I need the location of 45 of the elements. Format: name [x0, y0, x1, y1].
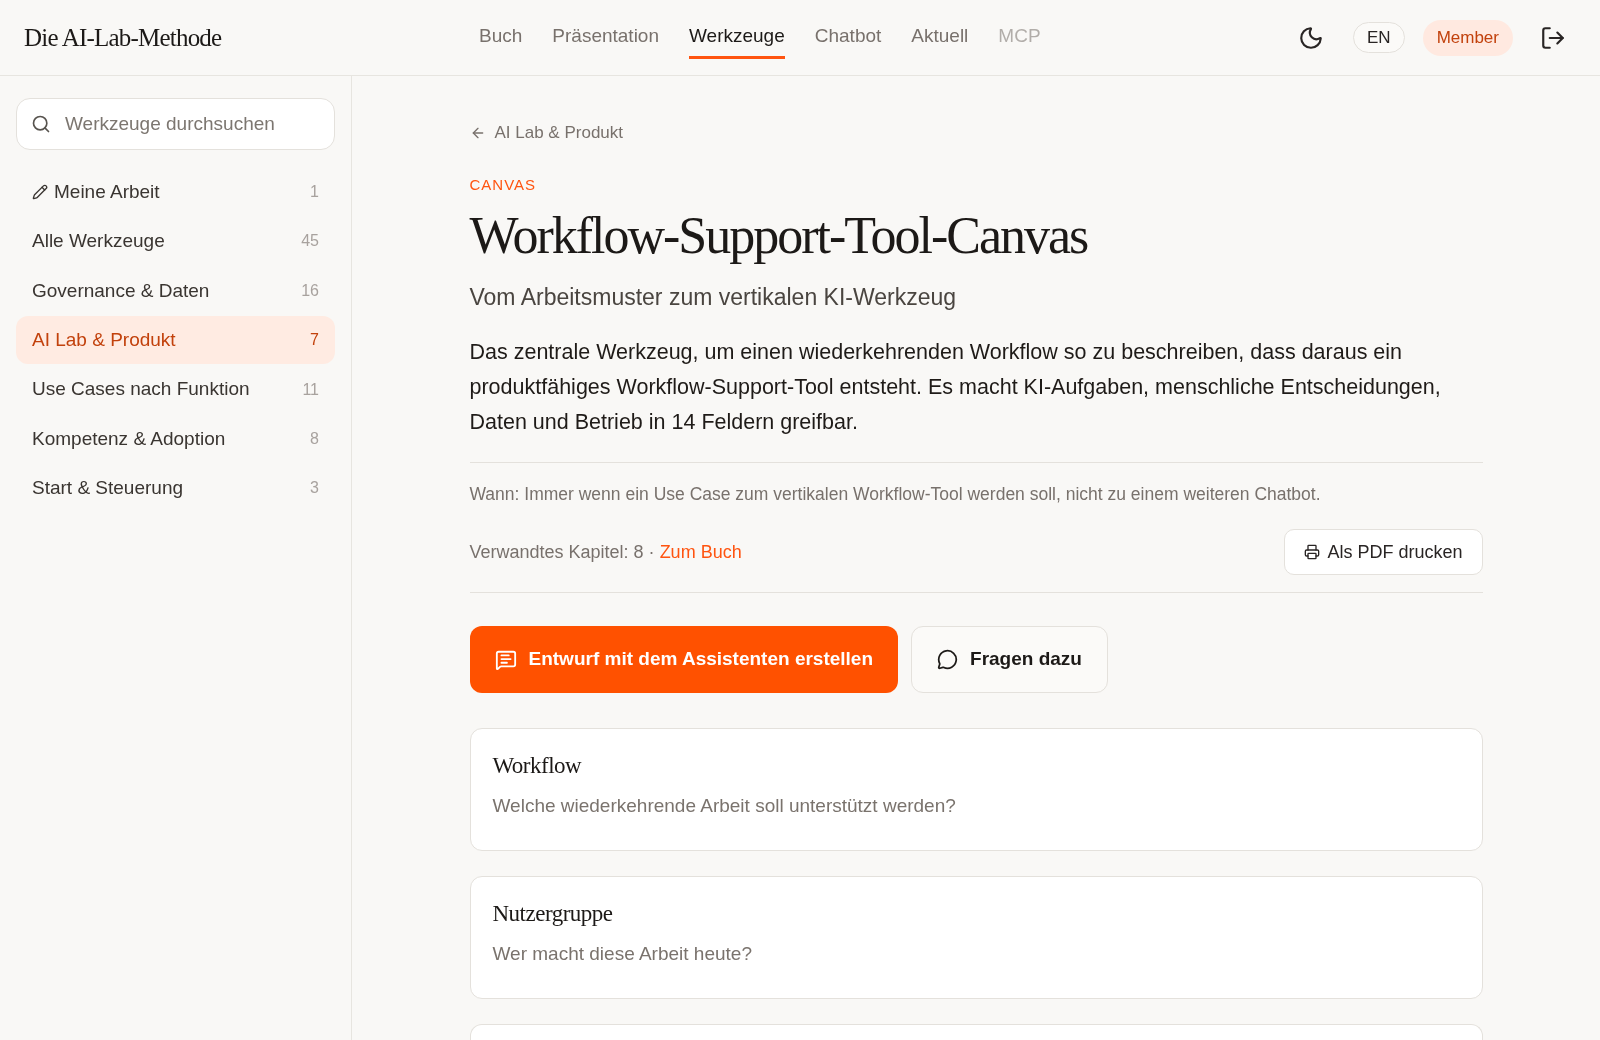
chat-bubble-icon	[937, 649, 959, 670]
item-count: 1	[310, 182, 319, 202]
field-card[interactable]	[469, 1024, 1483, 1040]
sidebar-item[interactable]: Meine Arbeit 1	[16, 168, 335, 216]
nav-tab[interactable]: Werkzeuge	[689, 16, 785, 59]
ask-button[interactable]: Fragen dazu	[911, 626, 1108, 693]
print-pdf-button[interactable]: Als PDF drucken	[1284, 529, 1483, 575]
nav-tab[interactable]: Aktuell	[911, 16, 969, 59]
item-count: 11	[302, 379, 319, 400]
sidebar-item[interactable]: AI Lab & Produkt 7	[16, 316, 335, 365]
item-count: 8	[310, 428, 319, 449]
pencil-icon	[32, 184, 48, 200]
sidebar-item[interactable]: Kompetenz & Adoption 8	[16, 414, 335, 463]
moon-icon	[1298, 24, 1324, 51]
member-badge[interactable]: Member	[1422, 19, 1513, 56]
item-count: 16	[301, 280, 319, 301]
page-subtitle: Vom Arbeitsmuster zum vertikalen KI-Werkzeug	[469, 283, 958, 312]
logout-icon	[1540, 24, 1566, 51]
sidebar-item[interactable]: Use Cases nach Funktion 11	[16, 365, 335, 414]
search-field[interactable]: Werkzeuge durchsuchen	[16, 98, 335, 150]
field-title: Workflow	[492, 752, 583, 780]
usage-note: Wann: Immer wenn ein Use Case zum vertikalen Workflow-Tool werden soll, nicht zu einem weiteren Chatbot.	[469, 483, 1322, 506]
related-chapter-text: Verwandtes Kapitel: 8 · Zum Buch	[469, 540, 742, 564]
nav-tab[interactable]: Chatbot	[814, 16, 882, 59]
field-card[interactable]: Nutzergruppe Wer macht diese Arbeit heute?	[469, 876, 1483, 999]
page-title: Workflow-Support-Tool-Canvas	[469, 206, 1088, 266]
language-toggle[interactable]: EN	[1353, 22, 1405, 53]
item-count: 3	[310, 478, 319, 499]
category-label: CANVAS	[469, 175, 537, 195]
field-card[interactable]: Workflow Welche wiederkehrende Arbeit soll unterstützt werden?	[469, 728, 1483, 851]
sidebar-item[interactable]: Governance & Daten 16	[16, 266, 335, 315]
site-logo[interactable]: Die AI-Lab-Methode	[24, 21, 222, 54]
nav-tab[interactable]: Präsentation	[552, 16, 659, 59]
search-icon	[31, 114, 51, 134]
description-text: Das zentrale Werkzeug, um einen wiederkehrenden Workflow so zu beschreiben, dass daraus ein produktfähiges Workflow-Support-Tool entsteht. Es macht KI-Aufgaben, menschliche Entscheidungen, Daten und Betrieb in 14 Feldern greifbar.	[469, 339, 1442, 436]
sidebar-item[interactable]: Start & Steuerung 3	[16, 464, 335, 513]
field-title: Nutzergruppe	[492, 900, 614, 928]
printer-icon	[1304, 544, 1321, 560]
field-question: Wer macht diese Arbeit heute?	[492, 942, 753, 966]
nav-tab[interactable]: Buch	[479, 16, 523, 59]
field-question: Welche wiederkehrende Arbeit soll unterstützt werden?	[492, 794, 957, 818]
back-link[interactable]: AI Lab & Produkt	[469, 121, 624, 145]
item-count: 45	[301, 231, 319, 252]
sidebar-item[interactable]: Alle Werkzeuge 45	[16, 217, 335, 266]
item-count: 7	[310, 330, 319, 351]
